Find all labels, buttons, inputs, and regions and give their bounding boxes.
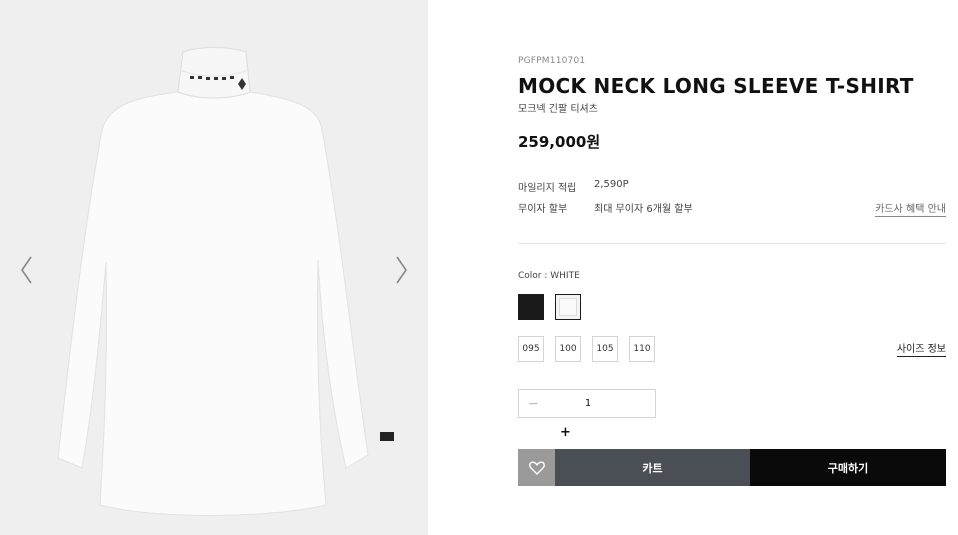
quantity-decrease-button[interactable]: —: [529, 390, 538, 417]
card-benefits-link[interactable]: 카드사 혜택 안내: [875, 200, 946, 217]
product-image: [57, 47, 394, 516]
product-sku: PGFPM110701: [518, 56, 586, 66]
product-title: MOCK NECK LONG SLEEVE T-SHIRT: [518, 74, 914, 98]
product-gallery: [0, 0, 428, 535]
product-info-panel: PGFPM110701 MOCK NECK LONG SLEEVE T-SHIR…: [518, 0, 946, 535]
quantity-stepper: — 1: [518, 389, 656, 418]
divider: [518, 243, 946, 244]
size-option-105[interactable]: 105: [592, 336, 618, 362]
product-subtitle-korean: 모크넥 긴팔 티셔츠: [518, 104, 598, 115]
size-guide-link[interactable]: 사이즈 정보: [896, 340, 946, 357]
color-swatch-black[interactable]: [518, 294, 544, 320]
size-option-100[interactable]: 100: [555, 336, 581, 362]
product-price: 259,000원: [518, 133, 601, 151]
wishlist-button[interactable]: [518, 449, 555, 486]
buy-now-button[interactable]: 구매하기: [750, 449, 946, 486]
quantity-increase-button[interactable]: +: [560, 425, 571, 440]
mileage-row: 마일리지 적립 2,590P: [518, 179, 629, 194]
installment-value: 최대 무이자 6개월 할부: [594, 204, 693, 215]
next-image-button[interactable]: [392, 252, 412, 288]
mileage-label: 마일리지 적립: [518, 183, 577, 194]
installment-label: 무이자 할부: [518, 204, 568, 215]
chevron-left-icon: [21, 256, 32, 284]
color-swatch-white[interactable]: [555, 294, 581, 320]
heart-icon: [528, 460, 545, 475]
prev-image-button[interactable]: [16, 252, 36, 288]
chevron-right-icon: [396, 256, 407, 284]
swatch-selected-indicator: [559, 298, 577, 316]
quantity-value[interactable]: 1: [569, 390, 607, 417]
color-label: Color : WHITE: [518, 271, 580, 281]
size-option-095[interactable]: 095: [518, 336, 544, 362]
installment-row: 무이자 할부 최대 무이자 6개월 할부: [518, 200, 693, 215]
size-option-110[interactable]: 110: [629, 336, 655, 362]
add-to-cart-button[interactable]: 카트: [555, 449, 750, 486]
mileage-value: 2,590P: [594, 179, 629, 190]
